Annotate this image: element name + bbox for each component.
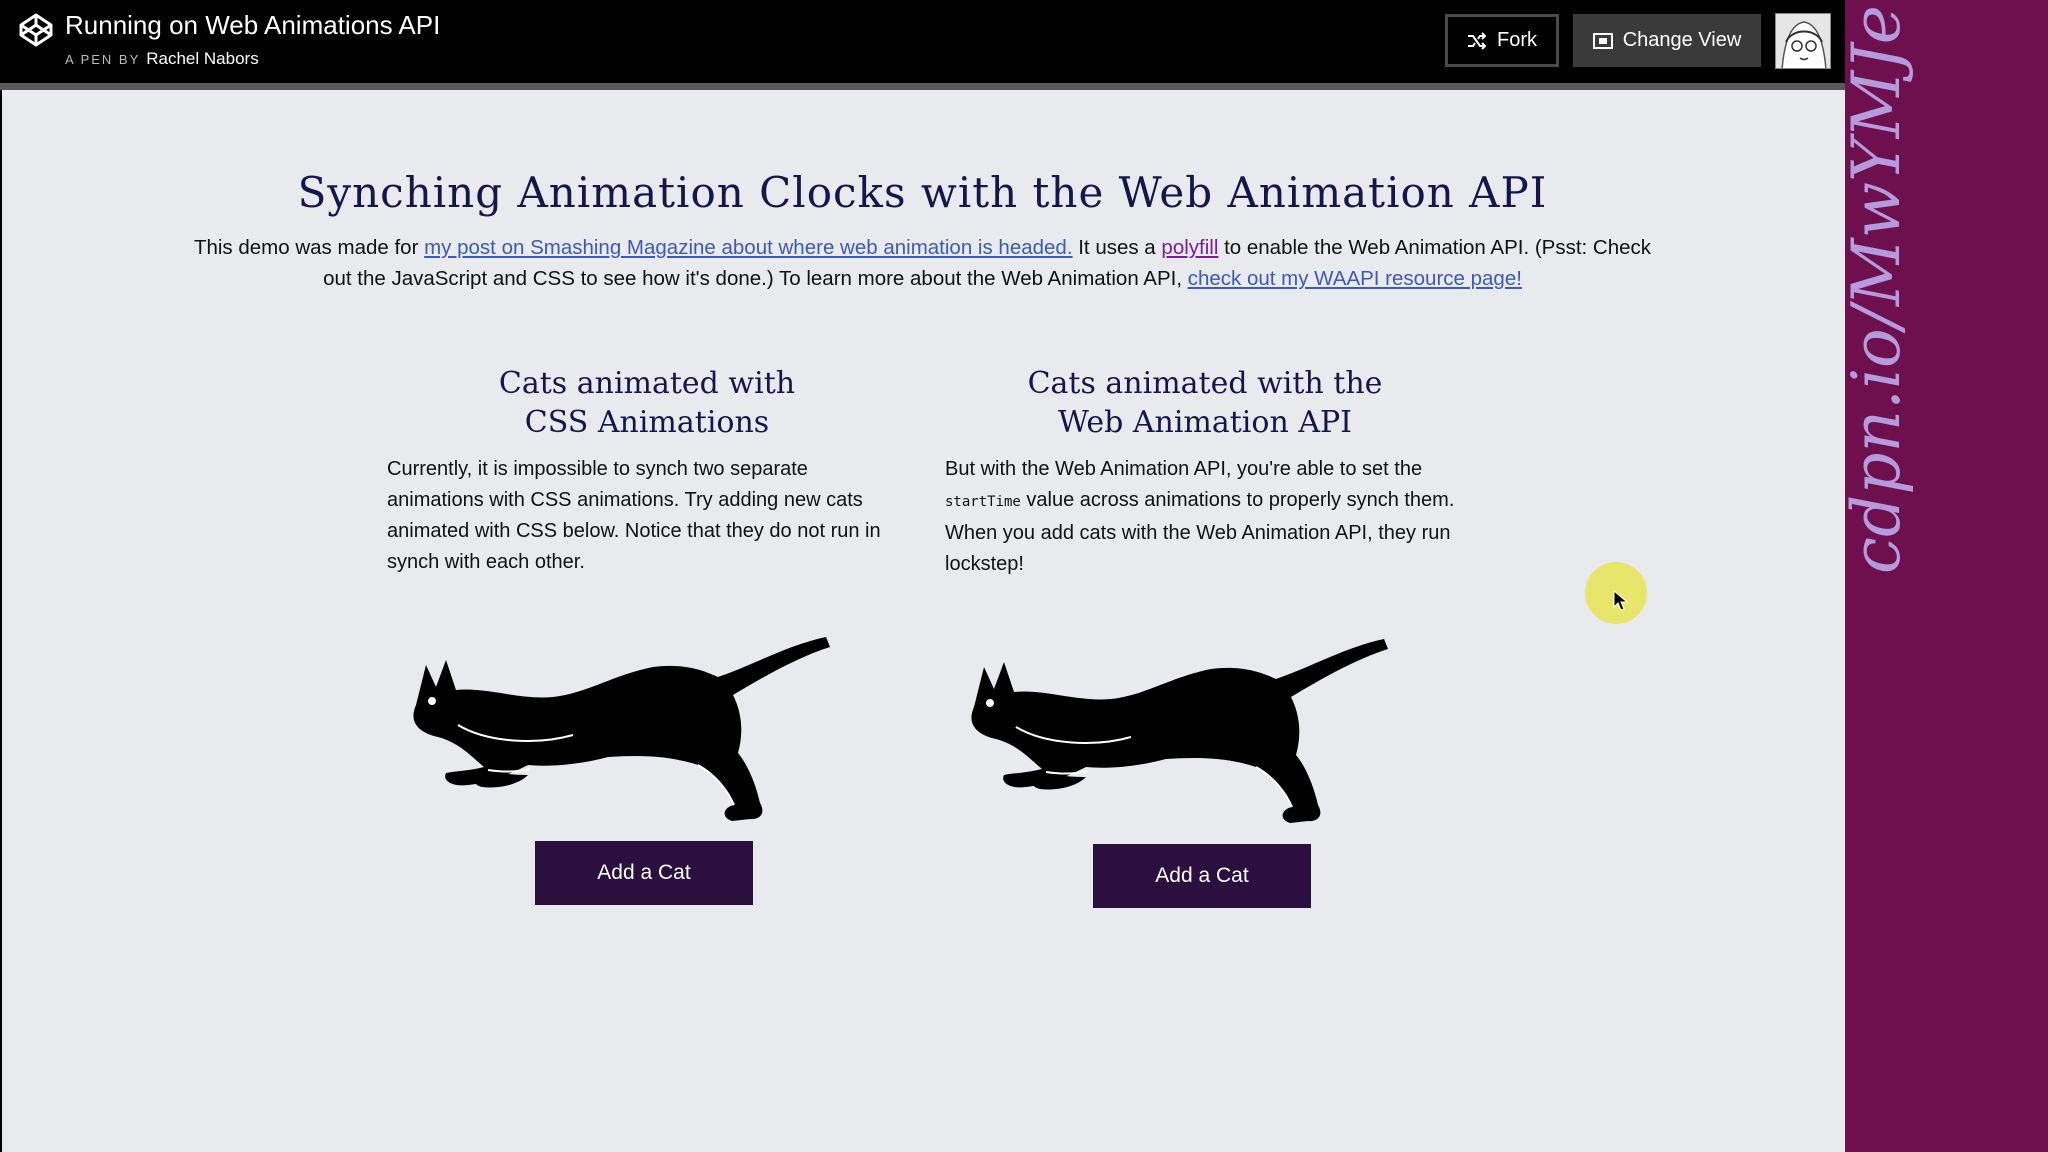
waapi-resource-link[interactable]: check out my WAAPI resource page! [1188,267,1522,290]
fork-icon [1468,31,1487,50]
author-link[interactable]: Rachel Nabors [146,49,258,68]
short-url-label: cdpn.io/MwYMJe [1838,5,1915,574]
css-heading-line-1: Cats animated with [498,366,796,401]
smashing-article-link[interactable]: my post on Smashing Magazine about where… [424,236,1072,259]
polyfill-link[interactable]: polyfill [1161,236,1218,259]
pen-title[interactable]: Running on Web Animations API [65,10,440,41]
css-column-heading: Cats animated with CSS Animations [387,364,907,442]
fork-label: Fork [1497,29,1537,51]
intro-text-2: It uses a [1072,236,1162,259]
waapi-cat-illustration [971,639,1388,823]
fork-button[interactable]: Fork [1445,14,1559,67]
waapi-column-heading: Cats animated with the Web Animation API [945,364,1465,442]
starttime-code: startTime [945,494,1021,510]
add-css-cat-button[interactable]: Add a Cat [535,841,753,905]
codepen-logo-icon[interactable] [18,12,54,48]
change-view-icon [1592,32,1613,49]
waapi-column: Cats animated with the Web Animation API… [945,364,1465,580]
left-border [0,90,2,1152]
css-column-description: Currently, it is impossible to synch two… [387,458,881,573]
pen-by-label: A PEN BY [65,52,141,67]
css-heading-line-2: CSS Animations [524,405,770,440]
waapi-column-description: But with the Web Animation API, you're a… [945,454,1465,580]
waapi-text-before: But with the Web Animation API, you're a… [945,458,1423,480]
add-waapi-cat-button[interactable]: Add a Cat [1093,844,1311,908]
pen-author-line: A PEN BY Rachel Nabors [65,49,259,69]
codepen-header: Running on Web Animations API A PEN BY Ra… [0,0,1845,90]
header-divider [0,83,1845,90]
short-url-text: cdpn.io/MwYMJe [1838,5,1915,574]
intro-paragraph: This demo was made for my post on Smashi… [180,232,1665,294]
css-animations-column: Cats animated with CSS Animations Curren… [387,364,907,578]
change-view-label: Change View [1622,29,1742,51]
avatar-illustration-icon [1776,14,1830,68]
waapi-heading-line-1: Cats animated with the [1027,366,1383,401]
waapi-heading-line-2: Web Animation API [1057,405,1353,440]
user-avatar[interactable] [1775,13,1831,69]
page-title: Synching Animation Clocks with the Web A… [297,168,1548,217]
css-cat-illustration [413,637,830,821]
change-view-button[interactable]: Change View [1573,14,1761,67]
mouse-pointer-icon [1613,590,1629,611]
intro-text-1: This demo was made for [193,236,425,259]
waapi-text-after: value across animations to properly sync… [945,489,1455,575]
